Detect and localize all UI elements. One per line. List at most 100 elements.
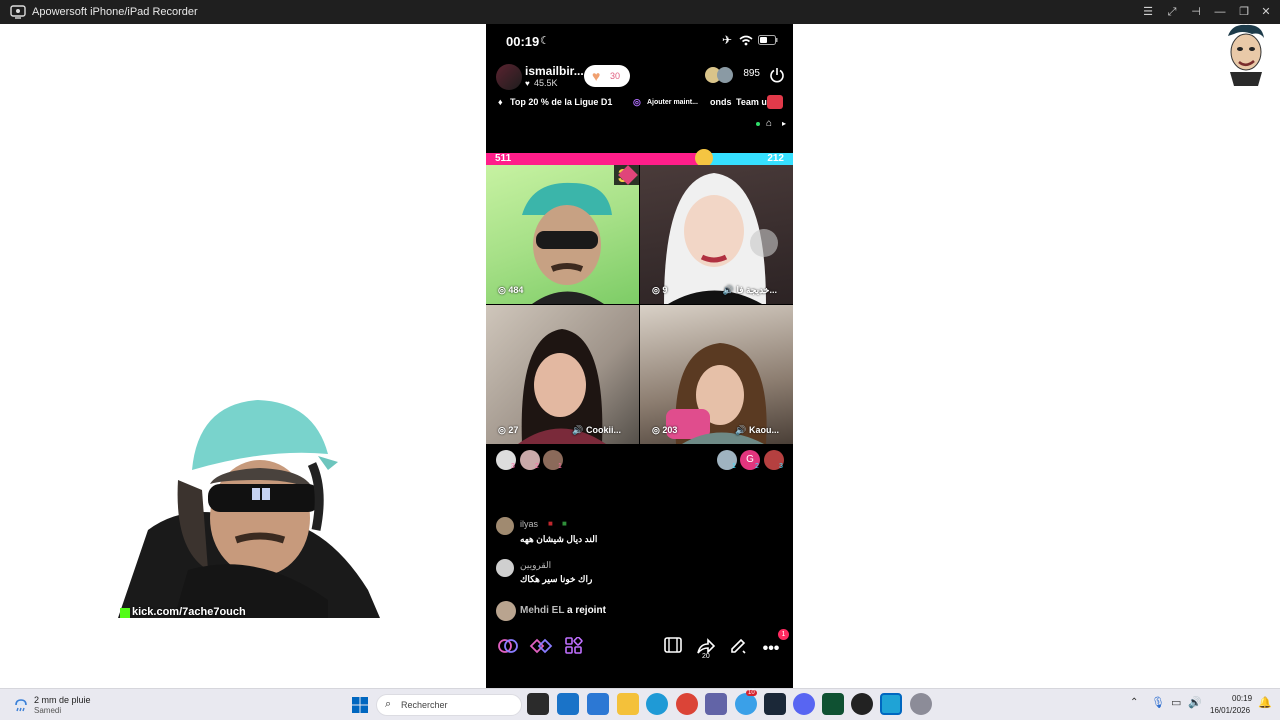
battle-icon[interactable] xyxy=(528,637,554,661)
obs-icon[interactable] xyxy=(851,693,873,715)
phone-screen: 00:19 ☾ ✈ ismailbir... ♥ 45.5K ♥ 30 895 … xyxy=(486,24,793,688)
team-gift-icon xyxy=(767,95,783,109)
heart-icon: ♥ xyxy=(525,79,530,88)
guest-label-value: Cookii... xyxy=(585,425,621,435)
guest-score-value: 9 xyxy=(662,285,668,295)
discord-icon[interactable] xyxy=(793,693,815,715)
recorder-taskbar-icon[interactable] xyxy=(880,693,902,715)
clock-date[interactable]: 16/01/2026 xyxy=(1210,706,1250,715)
kick-logo-icon xyxy=(120,608,130,618)
fullscreen-icon[interactable]: ⤢ xyxy=(1164,4,1180,20)
volume-icon[interactable]: 🔊 xyxy=(1188,696,1202,709)
restore-icon[interactable]: ❐ xyxy=(1236,4,1252,20)
clip-icon[interactable] xyxy=(660,637,686,661)
chat-avatar[interactable] xyxy=(496,601,516,621)
assistive-touch-icon[interactable] xyxy=(750,229,778,257)
outlook-icon[interactable] xyxy=(587,693,609,715)
like-pill[interactable]: ♥ 30 xyxy=(584,65,630,87)
teams-icon[interactable] xyxy=(705,693,727,715)
guest-score-value: 203 xyxy=(662,425,678,435)
arrow-right-icon[interactable]: ▸ xyxy=(782,119,786,128)
close-icon[interactable]: ✕ xyxy=(1258,4,1274,20)
notification-badge: 1 xyxy=(778,629,789,640)
chat-name[interactable]: القرويين xyxy=(520,560,551,571)
link-icon[interactable] xyxy=(495,637,521,661)
battle-bar: 511 212 xyxy=(486,153,793,165)
cartoon-sticker xyxy=(1228,24,1264,86)
terminal-icon[interactable] xyxy=(822,693,844,715)
flag-icon: ■ xyxy=(548,519,553,528)
more-icon[interactable]: ••• xyxy=(758,637,784,661)
microphone-icon[interactable]: 🎙 xyxy=(1151,696,1165,709)
ranker-rank: 2 xyxy=(535,463,539,470)
steam-icon[interactable] xyxy=(764,693,786,715)
file-explorer-icon[interactable] xyxy=(617,693,639,715)
host-avatar[interactable] xyxy=(496,64,522,90)
chat-name[interactable]: ilyas xyxy=(520,519,538,529)
task-view-icon[interactable] xyxy=(527,693,549,715)
chat-avatar[interactable] xyxy=(496,517,514,535)
edge-icon[interactable] xyxy=(646,693,668,715)
target-icon: ◎ xyxy=(633,97,641,107)
weather-line1[interactable]: 2 mm de pluie xyxy=(34,695,91,705)
guest-tile-4[interactable]: ◎ 203 🔊 Kaou... xyxy=(640,305,793,444)
guest-score: ◎ 484 xyxy=(498,285,524,295)
pin-icon[interactable]: ⊣ xyxy=(1188,4,1204,20)
list-icon[interactable]: ☰ xyxy=(1140,4,1156,20)
wifi-icon xyxy=(739,35,753,46)
minimize-icon[interactable]: — xyxy=(1212,4,1228,20)
host-name[interactable]: ismailbir... xyxy=(525,64,584,78)
guest-score: ◎ 27 xyxy=(498,425,519,435)
guest-label-value: Kaou... xyxy=(748,425,779,435)
chat-message: الند ديال شيشان ههه xyxy=(520,534,598,544)
guest-label: 🔊 Cookii... xyxy=(572,425,621,435)
guest-label-value: خديجة فا... xyxy=(736,285,778,295)
guest-label: 🔊 Kaou... xyxy=(735,425,779,435)
like-pill-count: 30 xyxy=(610,71,621,81)
guest-tile-2[interactable]: ◎ 9 🔊 خديجة فا... xyxy=(640,165,793,304)
power-icon[interactable] xyxy=(769,67,785,83)
ticker-trailing: onds xyxy=(710,97,732,107)
ranker-rank: 1 xyxy=(732,463,736,470)
streamer-figure xyxy=(118,400,380,618)
viewer-count[interactable]: 895 xyxy=(743,68,760,79)
taskbar: 2 mm de pluie Samedi ⌕ Rechercher 10 ⌃ 🎙… xyxy=(0,688,1280,720)
kick-url: kick.com/7ache7ouch xyxy=(132,606,246,618)
apps-icon[interactable] xyxy=(561,636,587,661)
weather-rain-icon[interactable] xyxy=(12,696,30,714)
diamond-icon: ♦ xyxy=(498,97,503,107)
rank-label[interactable]: Top 20 % de la Ligue D1 xyxy=(510,97,612,107)
ranker-rank: 1 xyxy=(558,463,562,470)
window-title: Apowersoft iPhone/iPad Recorder xyxy=(32,6,198,18)
notifications-icon[interactable]: 🔔 xyxy=(1258,696,1272,709)
ranker-rank: 2 xyxy=(755,463,759,470)
taskbar-search[interactable]: ⌕ Rechercher xyxy=(376,694,522,716)
join-text: a rejoint xyxy=(567,605,606,616)
add-label[interactable]: Ajouter maint... xyxy=(647,99,698,106)
host-likes: 45.5K xyxy=(534,78,558,88)
clock-time[interactable]: 00:19 xyxy=(1232,694,1252,703)
battle-left-fill xyxy=(486,153,704,165)
network-icon[interactable]: ▭ xyxy=(1171,696,1181,709)
windows-start-icon[interactable] xyxy=(352,697,368,713)
home-icon[interactable]: ⌂ xyxy=(766,118,772,129)
battle-right-score: 212 xyxy=(767,153,784,164)
battle-left-score: 511 xyxy=(495,153,512,164)
store-icon[interactable] xyxy=(557,693,579,715)
heart-icon: ♥ xyxy=(592,68,601,84)
search-icon: ⌕ xyxy=(385,698,392,710)
airplane-icon: ✈ xyxy=(722,33,733,47)
settings-icon[interactable] xyxy=(910,693,932,715)
chat-avatar[interactable] xyxy=(496,559,514,577)
guest-tile-3[interactable]: ◎ 27 🔊 Cookii... xyxy=(486,305,639,444)
viewer-avatar[interactable] xyxy=(717,67,733,83)
guest-tile-1[interactable]: 3 ◎ 484 xyxy=(486,165,639,304)
team-label[interactable]: Team u xyxy=(736,97,767,107)
recorder-app-icon xyxy=(10,5,26,19)
chevron-up-icon[interactable]: ⌃ xyxy=(1130,697,1138,708)
chrome-icon[interactable] xyxy=(676,693,698,715)
search-placeholder: Rechercher xyxy=(401,700,448,710)
join-name[interactable]: Mehdi EL xyxy=(520,605,564,616)
edit-icon[interactable] xyxy=(725,637,751,661)
messenger-icon[interactable] xyxy=(735,693,757,715)
